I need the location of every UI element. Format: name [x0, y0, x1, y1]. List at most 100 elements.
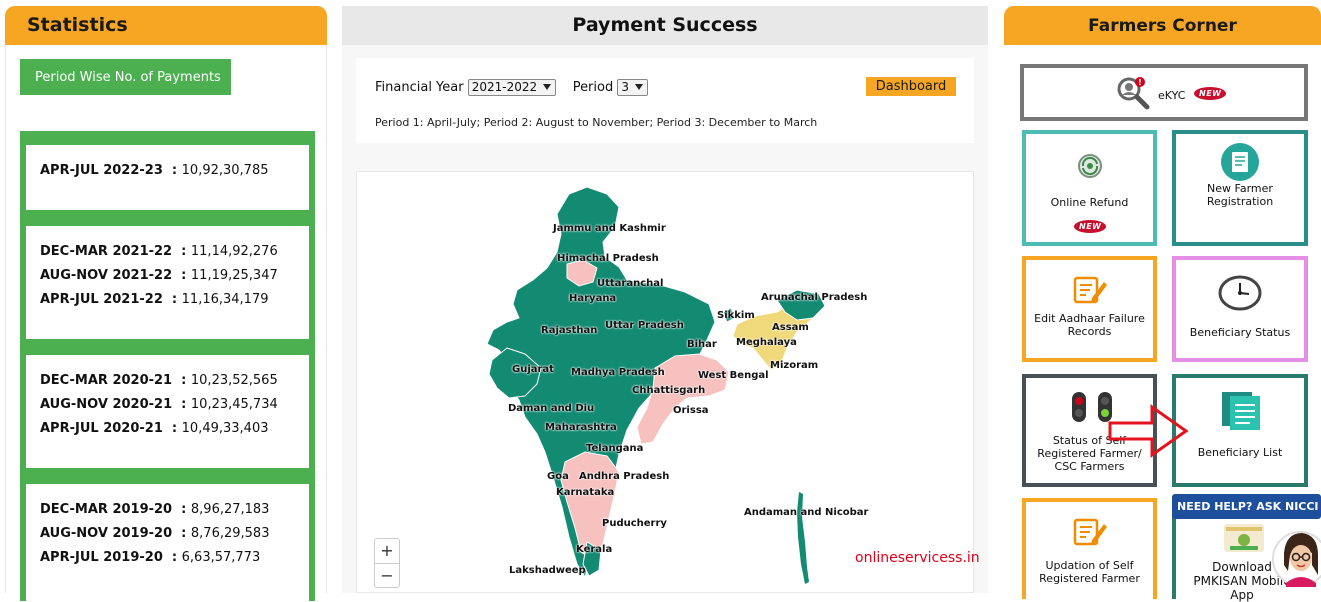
new-farmer-label: New Farmer Registration: [1176, 182, 1304, 208]
map-region-andaman: [797, 492, 809, 584]
payment-controls: Financial Year 2021-2022 Period 3 Dashbo…: [356, 58, 974, 143]
stat-row: APR-JUL 2021-22 : 11,16,34,179: [40, 292, 269, 307]
map-label-sikkim: Sikkim: [717, 310, 755, 321]
map-label-madhya: Madhya Pradesh: [571, 367, 665, 378]
updation-self-registered-tile[interactable]: Updation of Self Registered Farmer: [1022, 498, 1157, 599]
beneficiary-status-label: Beneficiary Status: [1189, 326, 1291, 339]
new-badge: NEW: [1194, 87, 1227, 100]
stat-row: APR-JUL 2022-23 : 10,92,30,785: [40, 163, 269, 178]
new-farmer-registration-tile[interactable]: New Farmer Registration: [1172, 130, 1308, 246]
stat-card: DEC-MAR 2021-22 : 11,14,92,276 AUG-NOV 2…: [26, 226, 309, 339]
beneficiary-status-tile[interactable]: Beneficiary Status: [1172, 256, 1308, 362]
online-refund-tile[interactable]: Online Refund NEW: [1022, 130, 1157, 246]
online-refund-label: Online Refund: [1050, 196, 1129, 209]
map-label-himachal: Himachal Pradesh: [557, 253, 659, 264]
stat-row: APR-JUL 2020-21 : 10,49,33,403: [40, 421, 269, 436]
svg-text:!: !: [1138, 78, 1142, 87]
map-label-haryana: Haryana: [569, 293, 617, 304]
dashboard-button[interactable]: Dashboard: [866, 77, 956, 96]
statistics-panel: Statistics Period Wise No. of Payments A…: [5, 6, 327, 601]
map-label-maharashtra: Maharashtra: [545, 422, 617, 433]
map-label-lakshadweep: Lakshadweep: [509, 565, 586, 576]
period-note: Period 1: April-July; Period 2: August t…: [375, 116, 818, 129]
ekyc-label: eKYC: [1158, 89, 1186, 102]
map-label-goa: Goa: [547, 471, 569, 482]
registration-form-icon: [1221, 143, 1259, 181]
map-label-orissa: Orissa: [673, 405, 709, 416]
pmkisan-logo-icon: [1224, 524, 1264, 552]
stat-row: AUG-NOV 2019-20 : 8,76,29,583: [40, 526, 270, 541]
map-label-kerala: Kerala: [576, 544, 613, 555]
map-label-andhra: Andhra Pradesh: [579, 471, 670, 482]
statistics-body: Period Wise No. of Payments APR-JUL 2022…: [5, 45, 327, 601]
map-label-karnataka: Karnataka: [556, 487, 615, 498]
payment-success-title: Payment Success: [342, 6, 988, 45]
stat-card: DEC-MAR 2019-20 : 8,96,27,183 AUG-NOV 20…: [26, 484, 309, 601]
payment-frame: Financial Year 2021-2022 Period 3 Dashbo…: [342, 45, 988, 593]
map-label-uttar: Uttar Pradesh: [605, 320, 684, 331]
map-label-bihar: Bihar: [687, 339, 717, 350]
map-label-uttaranchal: Uttaranchal: [597, 278, 664, 289]
india-map-svg[interactable]: [357, 172, 975, 594]
status-self-line3: CSC Farmers: [1054, 460, 1125, 473]
stats-box: APR-JUL 2022-23 : 10,92,30,785 DEC-MAR 2…: [20, 131, 315, 601]
need-help-banner[interactable]: NEED HELP? ASK NICCI: [1172, 494, 1321, 519]
period-label: Period: [572, 80, 614, 95]
new-farmer-line2: Registration: [1206, 195, 1274, 208]
updation-line1: Updation of Self: [1045, 559, 1134, 572]
stat-card: APR-JUL 2022-23 : 10,92,30,785: [26, 145, 309, 210]
refund-icon: [1078, 154, 1102, 178]
edit-aadhaar-label: Edit Aadhaar Failure Records: [1026, 312, 1153, 338]
map-label-puducherry: Puducherry: [602, 518, 667, 529]
zoom-in-button[interactable]: +: [375, 539, 399, 563]
payment-success-panel: Payment Success Financial Year 2021-2022…: [342, 6, 988, 593]
map-label-jammu: Jammu and Kashmir: [553, 223, 666, 234]
edit-aadhaar-line2: Records: [1067, 325, 1112, 338]
period-wise-payments-button[interactable]: Period Wise No. of Payments: [20, 59, 231, 95]
stat-row: APR-JUL 2019-20 : 6,63,57,773: [40, 550, 261, 565]
financial-year-label: Financial Year: [375, 80, 464, 95]
map-label-gujarat: Gujarat: [512, 364, 554, 375]
map-label-telangana: Telangana: [586, 443, 644, 454]
farmers-corner-panel: Farmers Corner ! eKYC NEW Online Refund …: [1004, 6, 1321, 602]
chatbot-avatar-icon[interactable]: [1272, 525, 1321, 593]
clock-icon: [1218, 275, 1262, 311]
watermark: onlineservicess.in: [855, 550, 980, 566]
edit-document-icon: [1073, 276, 1107, 304]
financial-year-select[interactable]: 2021-2022: [467, 79, 557, 96]
map-label-mizoram: Mizoram: [770, 360, 819, 371]
stat-row: AUG-NOV 2021-22 : 11,19,25,347: [40, 268, 278, 283]
updation-label: Updation of Self Registered Farmer: [1026, 559, 1153, 585]
map-label-rajasthan: Rajasthan: [541, 325, 598, 336]
filter-row: Financial Year 2021-2022 Period 3: [375, 79, 649, 96]
farmers-corner-title: Farmers Corner: [1004, 6, 1321, 45]
stat-row: DEC-MAR 2020-21 : 10,23,52,565: [40, 373, 278, 388]
statistics-title: Statistics: [5, 6, 327, 45]
map-zoom-control: + −: [374, 538, 400, 588]
stat-row: DEC-MAR 2019-20 : 8,96,27,183: [40, 502, 270, 517]
red-arrow-icon: [1108, 404, 1189, 458]
search-user-icon: !: [1117, 77, 1150, 110]
india-map[interactable]: Jammu and Kashmir Himachal Pradesh Uttar…: [356, 171, 980, 594]
map-label-meghalaya: Meghalaya: [736, 337, 797, 348]
map-label-assam: Assam: [772, 322, 809, 333]
document-list-icon: [1222, 392, 1260, 430]
period-select[interactable]: 3: [617, 79, 649, 96]
map-label-damandiu: Daman and Diu: [508, 403, 595, 414]
beneficiary-list-label: Beneficiary List: [1197, 446, 1283, 459]
beneficiary-list-tile[interactable]: Beneficiary List: [1172, 374, 1308, 487]
ekyc-tile[interactable]: ! eKYC NEW: [1020, 64, 1308, 121]
map-label-chhattisgarh: Chhattisgarh: [632, 385, 706, 396]
map-label-andaman: Andaman and Nicobar: [744, 507, 869, 518]
updation-line2: Registered Farmer: [1039, 572, 1140, 585]
zoom-out-button[interactable]: −: [375, 563, 399, 587]
map-label-arunachal: Arunachal Pradesh: [761, 292, 868, 303]
new-badge: NEW: [1074, 220, 1107, 233]
edit-aadhaar-failure-tile[interactable]: Edit Aadhaar Failure Records: [1022, 256, 1157, 362]
edit-aadhaar-line1: Edit Aadhaar Failure: [1034, 312, 1145, 325]
stat-row: AUG-NOV 2020-21 : 10,23,45,734: [40, 397, 278, 412]
stat-card: DEC-MAR 2020-21 : 10,23,52,565 AUG-NOV 2…: [26, 355, 309, 468]
edit-document-icon: [1073, 518, 1107, 546]
stat-row: DEC-MAR 2021-22 : 11,14,92,276: [40, 244, 278, 259]
new-farmer-line1: New Farmer: [1207, 182, 1273, 195]
